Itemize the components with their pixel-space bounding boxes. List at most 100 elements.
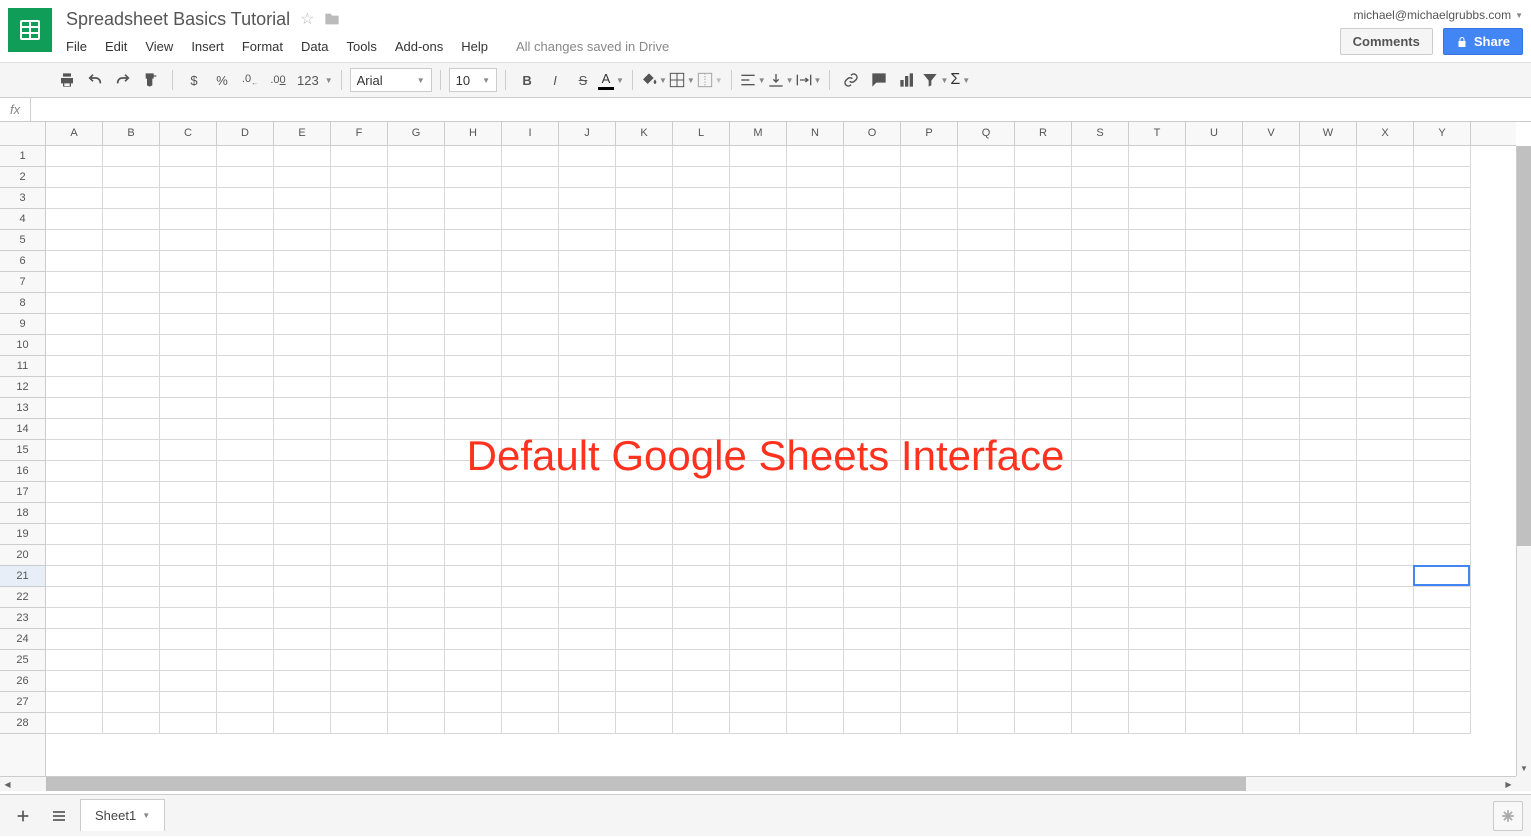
cell[interactable]: [1357, 188, 1414, 209]
cell[interactable]: [388, 503, 445, 524]
cell[interactable]: [445, 650, 502, 671]
cell[interactable]: [787, 566, 844, 587]
cell[interactable]: [274, 566, 331, 587]
cell[interactable]: [331, 272, 388, 293]
cell[interactable]: [901, 608, 958, 629]
column-header[interactable]: A: [46, 122, 103, 145]
cell[interactable]: [673, 566, 730, 587]
cell[interactable]: [502, 314, 559, 335]
cell[interactable]: [1186, 650, 1243, 671]
cell[interactable]: [616, 398, 673, 419]
cell[interactable]: [1300, 650, 1357, 671]
cell[interactable]: [616, 146, 673, 167]
cell[interactable]: [46, 293, 103, 314]
cell[interactable]: [673, 209, 730, 230]
cell[interactable]: [502, 251, 559, 272]
cell[interactable]: [274, 713, 331, 734]
cell[interactable]: [1186, 608, 1243, 629]
cell[interactable]: [1129, 209, 1186, 230]
cell[interactable]: [331, 587, 388, 608]
cell[interactable]: [502, 293, 559, 314]
cell[interactable]: [1414, 230, 1471, 251]
cell[interactable]: [1186, 566, 1243, 587]
cell[interactable]: [502, 377, 559, 398]
cell[interactable]: [673, 671, 730, 692]
cell[interactable]: [1357, 566, 1414, 587]
column-header[interactable]: D: [217, 122, 274, 145]
cell[interactable]: [217, 692, 274, 713]
cell[interactable]: [1186, 146, 1243, 167]
sheets-logo-icon[interactable]: [8, 8, 52, 52]
cell[interactable]: [502, 230, 559, 251]
cell[interactable]: [958, 356, 1015, 377]
cell[interactable]: [787, 419, 844, 440]
cell[interactable]: [559, 335, 616, 356]
cell[interactable]: [1414, 587, 1471, 608]
row-header[interactable]: 5: [0, 230, 45, 251]
cell[interactable]: [616, 356, 673, 377]
cell[interactable]: [1243, 188, 1300, 209]
cell[interactable]: [673, 629, 730, 650]
cell[interactable]: [502, 398, 559, 419]
cell[interactable]: [388, 482, 445, 503]
cell[interactable]: [958, 524, 1015, 545]
cell[interactable]: [1129, 503, 1186, 524]
cell[interactable]: [1300, 335, 1357, 356]
cell[interactable]: [559, 272, 616, 293]
cell[interactable]: [160, 461, 217, 482]
cell[interactable]: [1015, 440, 1072, 461]
cell[interactable]: [331, 146, 388, 167]
cell[interactable]: [160, 545, 217, 566]
column-header[interactable]: C: [160, 122, 217, 145]
cell[interactable]: [616, 482, 673, 503]
cell[interactable]: [1414, 398, 1471, 419]
cell[interactable]: [1015, 524, 1072, 545]
cell[interactable]: [103, 671, 160, 692]
cell[interactable]: [1357, 167, 1414, 188]
cell[interactable]: [787, 587, 844, 608]
row-header[interactable]: 16: [0, 461, 45, 482]
cell[interactable]: [1300, 272, 1357, 293]
cell[interactable]: [673, 692, 730, 713]
cell[interactable]: [673, 503, 730, 524]
cell[interactable]: [160, 503, 217, 524]
cell[interactable]: [331, 188, 388, 209]
cell[interactable]: [1186, 230, 1243, 251]
cell[interactable]: [217, 398, 274, 419]
cell[interactable]: [787, 272, 844, 293]
cell[interactable]: [958, 314, 1015, 335]
row-header[interactable]: 18: [0, 503, 45, 524]
cell[interactable]: [103, 461, 160, 482]
font-size-select[interactable]: 10▼: [449, 68, 497, 92]
cell[interactable]: [844, 272, 901, 293]
cell[interactable]: [844, 419, 901, 440]
cell[interactable]: [160, 482, 217, 503]
cell[interactable]: [217, 419, 274, 440]
cell[interactable]: [1186, 419, 1243, 440]
cell[interactable]: [445, 629, 502, 650]
row-header[interactable]: 26: [0, 671, 45, 692]
cell[interactable]: [388, 272, 445, 293]
cell[interactable]: [1243, 314, 1300, 335]
cell[interactable]: [901, 335, 958, 356]
cell[interactable]: [1357, 230, 1414, 251]
cell[interactable]: [616, 377, 673, 398]
cell[interactable]: [1243, 209, 1300, 230]
cell[interactable]: [1300, 314, 1357, 335]
cell[interactable]: [1015, 461, 1072, 482]
cell[interactable]: [1243, 251, 1300, 272]
cell[interactable]: [1243, 608, 1300, 629]
cell[interactable]: [1129, 587, 1186, 608]
cell[interactable]: [1015, 314, 1072, 335]
cell[interactable]: [787, 671, 844, 692]
cell[interactable]: [958, 713, 1015, 734]
cell[interactable]: [1300, 629, 1357, 650]
cell[interactable]: [958, 230, 1015, 251]
column-header[interactable]: B: [103, 122, 160, 145]
cell[interactable]: [274, 587, 331, 608]
cell[interactable]: [1357, 587, 1414, 608]
horizontal-scrollbar[interactable]: ◀▶: [0, 776, 1516, 791]
column-header[interactable]: Q: [958, 122, 1015, 145]
cell[interactable]: [673, 587, 730, 608]
row-header[interactable]: 19: [0, 524, 45, 545]
